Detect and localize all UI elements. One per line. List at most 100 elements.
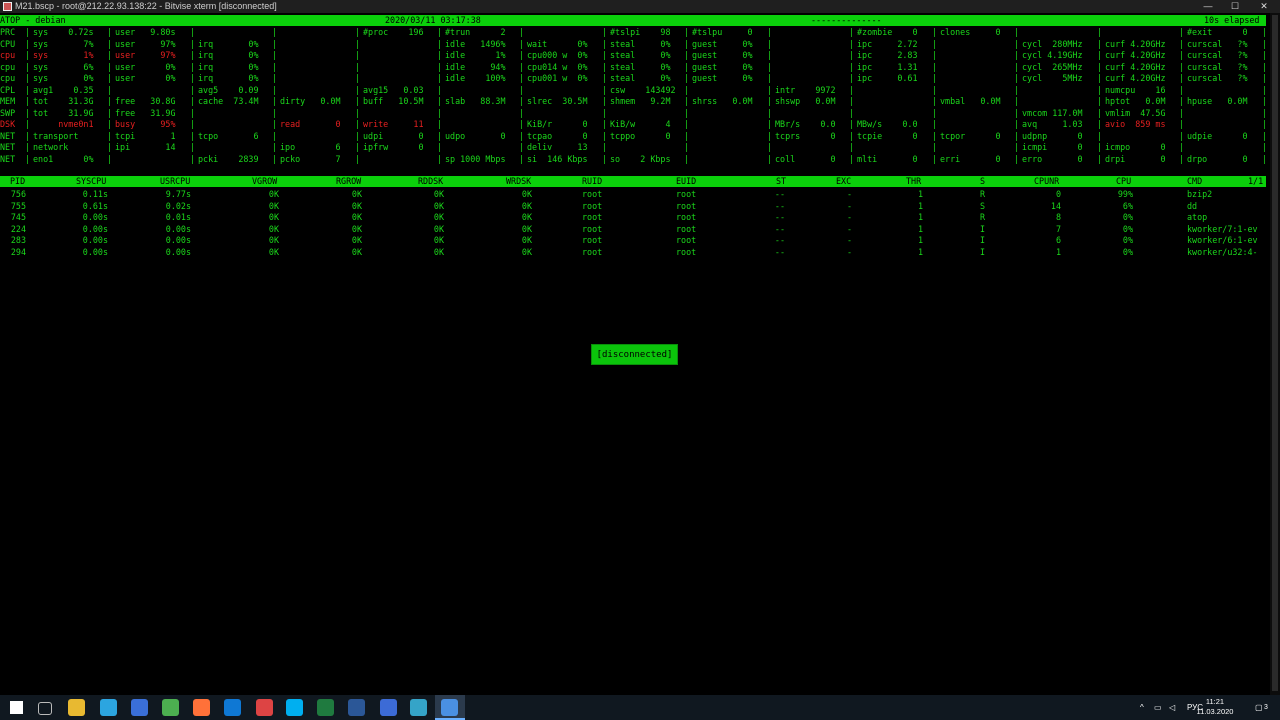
task-view-icon[interactable]: [38, 702, 52, 715]
stat-cell: user 0%: [115, 73, 176, 83]
stat-cell: erri 0: [940, 153, 1001, 164]
process-cell: -: [846, 235, 852, 245]
column-separator: |: [1262, 73, 1268, 83]
stat-cell: dirty 0.0M: [280, 96, 341, 106]
column-separator: |: [1179, 27, 1185, 37]
column-separator: |: [602, 50, 608, 60]
column-separator: |: [1262, 119, 1268, 129]
process-cell: 0K: [268, 212, 279, 222]
column-separator: |: [684, 27, 690, 37]
stat-cell: idle 1%: [445, 50, 506, 60]
process-column-header: EXC: [836, 176, 852, 186]
column-separator: |: [1262, 142, 1268, 152]
process-row[interactable]: 755 0.61s 0.02s 0K 0K 0K 0K root root -- -1 S 14 6% dd: [0, 201, 1266, 212]
terminal-area[interactable]: ATOP - debian 2020/03/11 03:17:38 ------…: [0, 13, 1270, 695]
process-cell: -: [846, 200, 852, 211]
column-separator: |: [25, 107, 31, 118]
stat-row-label: SWP: [0, 107, 16, 118]
stat-cell: icmpo 0: [1105, 142, 1166, 152]
bitvise-app-icon[interactable]: [3, 2, 12, 11]
word-icon[interactable]: [348, 699, 365, 716]
process-cell: 224: [10, 223, 26, 234]
column-separator: |: [932, 142, 938, 152]
column-separator: |: [355, 61, 361, 72]
column-separator: |: [684, 107, 690, 118]
column-separator: |: [272, 27, 278, 37]
bitvise-xterm-icon[interactable]: [441, 699, 458, 716]
column-separator: |: [1097, 96, 1103, 106]
scrollbar-thumb[interactable]: [1272, 15, 1278, 691]
process-row[interactable]: 294 0.00s 0.00s 0K 0K 0K 0K root root -- -1 I 1 0% kwo…: [0, 247, 1266, 258]
column-separator: |: [684, 142, 690, 152]
process-column-header: THR: [906, 176, 922, 186]
process-cell: kworker/6:1-ev: [1187, 235, 1258, 245]
file-explorer-icon[interactable]: [68, 699, 85, 716]
stat-row-label: NET: [0, 153, 16, 164]
photo-app-icon[interactable]: [256, 699, 273, 716]
disconnected-badge: [disconnected]: [591, 344, 678, 365]
stat-cell: eno1 0%: [33, 153, 94, 164]
notifications-icon[interactable]: ▢: [1255, 695, 1263, 720]
terminal-scrollbar[interactable]: [1270, 13, 1280, 695]
stat-cell: vmbal 0.0M: [940, 96, 1001, 106]
tray-chevron-icon[interactable]: ^: [1140, 695, 1144, 720]
atop-dashes: --------------: [811, 15, 882, 25]
process-cell: 0%: [1122, 223, 1133, 234]
column-separator: |: [1179, 50, 1185, 60]
stat-cell: slrec 30.5M: [527, 96, 588, 106]
column-separator: |: [932, 96, 938, 106]
column-separator: |: [849, 96, 855, 106]
process-cell: 0.00s: [82, 223, 108, 234]
windows-start-icon[interactable]: [10, 701, 23, 714]
process-cell: 0K: [268, 223, 279, 234]
save-disk-icon[interactable]: [131, 699, 148, 716]
stat-cell: pcko 7: [280, 153, 341, 164]
taskbar-clock[interactable]: 11:21 11.03.2020: [1190, 697, 1240, 717]
stat-cell: hpuse 0.0M: [1187, 96, 1248, 106]
process-column-header: WRDSK: [506, 176, 532, 186]
stat-row-label: cpu: [0, 73, 16, 83]
stat-cell: coll 0: [775, 153, 836, 164]
column-separator: |: [1097, 107, 1103, 118]
network-tray-icon[interactable]: ▭: [1154, 695, 1162, 720]
volume-tray-icon[interactable]: ◁: [1169, 695, 1175, 720]
telegram-icon[interactable]: [100, 699, 117, 716]
chrome-icon[interactable]: [162, 699, 179, 716]
close-button[interactable]: ✕: [1250, 0, 1278, 13]
bitvise-sftp-icon[interactable]: [380, 699, 397, 716]
process-row[interactable]: 224 0.00s 0.00s 0K 0K 0K 0K root root -- -1 I 7 0% kwo…: [0, 224, 1266, 235]
window-titlebar[interactable]: M21.bscp - root@212.22.93.138:22 - Bitvi…: [0, 0, 1280, 13]
column-separator: |: [1014, 84, 1020, 95]
process-cell: -: [846, 189, 852, 199]
excel-icon[interactable]: [317, 699, 334, 716]
outlook-icon[interactable]: [224, 699, 241, 716]
column-separator: |: [849, 84, 855, 95]
process-column-header: RUID: [582, 176, 603, 186]
process-cell: 0%: [1122, 235, 1133, 245]
column-separator: |: [849, 38, 855, 49]
process-cell: root: [582, 200, 603, 211]
network-app-icon[interactable]: [410, 699, 427, 716]
column-separator: |: [107, 107, 113, 118]
column-separator: |: [932, 27, 938, 37]
column-separator: |: [107, 153, 113, 164]
process-row[interactable]: 283 0.00s 0.00s 0K 0K 0K 0K root root -- -1 I 6 0% kwo…: [0, 235, 1266, 246]
column-separator: |: [767, 27, 773, 37]
process-row[interactable]: 756 0.11s 9.77s 0K 0K 0K 0K root root -- -1 R 0 99% bz…: [0, 189, 1266, 200]
stat-cell: irq 0%: [198, 73, 259, 83]
column-separator: |: [355, 38, 361, 49]
stat-cell: #zombie 0: [857, 27, 918, 37]
column-separator: |: [107, 73, 113, 83]
skype-icon[interactable]: [286, 699, 303, 716]
process-row[interactable]: 745 0.00s 0.01s 0K 0K 0K 0K root root -- -1 R 8 0% ato…: [0, 212, 1266, 223]
process-cell: 0K: [268, 246, 279, 257]
stat-row: NET | network | ipi 14 | | ipo 6 | ipfrw 0 | | deliv…: [0, 142, 1268, 153]
stat-cell: ipc 2.83: [857, 50, 918, 60]
minimize-button[interactable]: —: [1194, 0, 1222, 13]
firefox-icon[interactable]: [193, 699, 210, 716]
process-cell: 99%: [1117, 189, 1133, 199]
maximize-button[interactable]: ☐: [1221, 0, 1249, 13]
stat-cell: guest 0%: [692, 73, 753, 83]
column-separator: |: [1179, 153, 1185, 164]
column-separator: |: [519, 119, 525, 129]
